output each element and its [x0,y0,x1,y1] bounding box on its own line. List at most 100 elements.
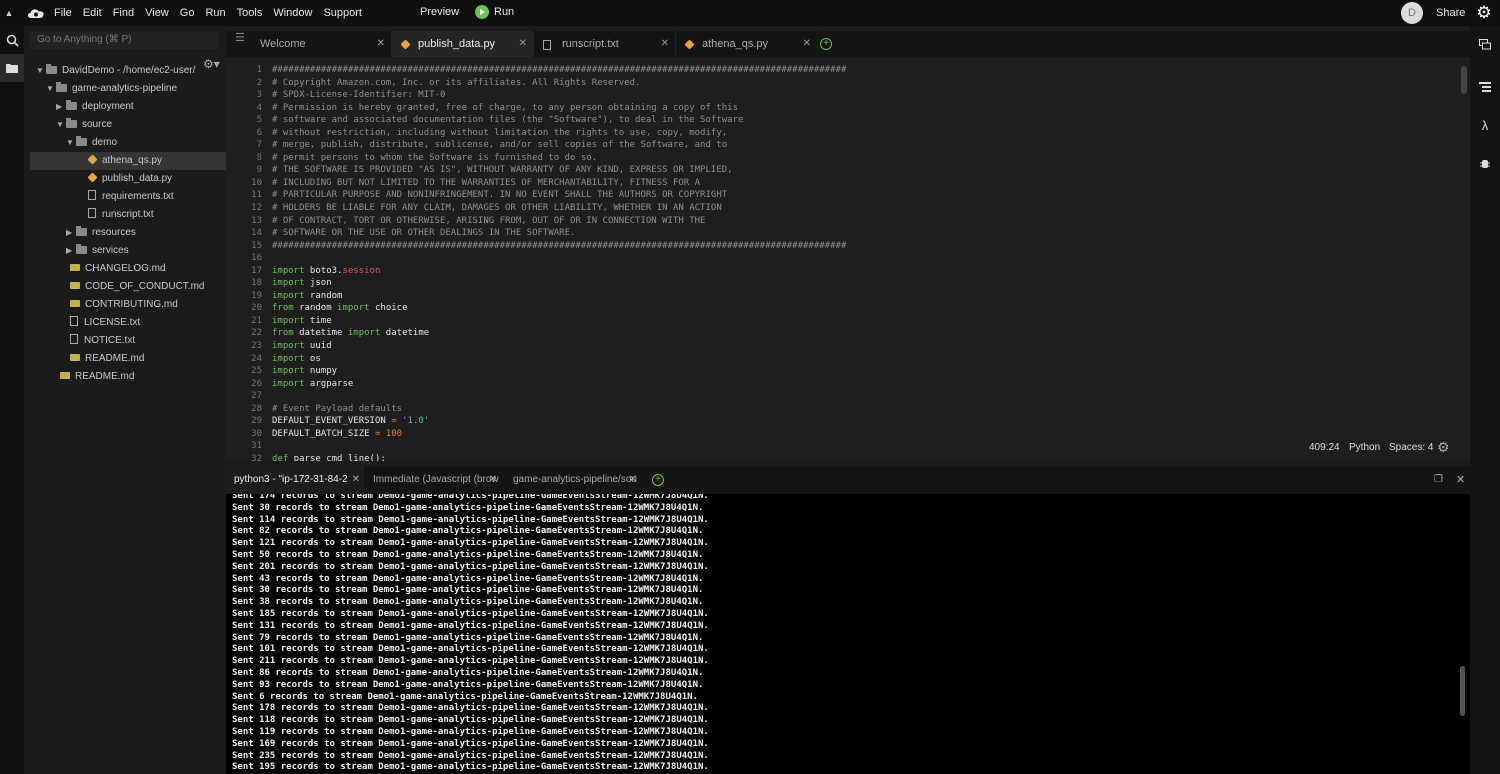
code-editor[interactable]: 1 2 3 4 5 6 7 8 9 10 11 12 13 14 15 16 17 18 19 20 21 22 23 24 2… [226,58,1470,461]
tab-python3-terminal[interactable]: python3 - "ip-172-31-84-2 ✕ [226,466,364,494]
line-number: 4 [256,102,262,113]
close-icon[interactable]: ✕ [377,31,385,57]
menu-run[interactable]: Run [205,7,225,19]
tab-publish-data-py[interactable]: publish_data.py ✕ [392,31,534,57]
new-terminal-plus-icon[interactable]: + [652,474,664,486]
tree-item-deployment[interactable]: ▶ deployment [24,98,246,116]
line-number: 10 [251,177,262,188]
tree-item-contributing-md[interactable]: CONTRIBUTING.md [24,296,260,314]
menu-go[interactable]: Go [180,7,195,19]
terminal-line: Sent 101 records to stream Demo1-game-an… [232,644,709,655]
editor-settings-gear-icon[interactable]: ⚙ [1437,439,1450,456]
code-line: # Permission is hereby granted, free of … [272,102,738,113]
tab-athena-qs-py[interactable]: athena_qs.py ✕ [676,31,818,57]
cursor-position[interactable]: 409:24 [1309,442,1340,453]
preview-button[interactable]: Preview [420,6,459,18]
menu-view[interactable]: View [145,7,169,19]
tree-item-game-analytics-pipeline[interactable]: ▼ game-analytics-pipeline [24,80,236,98]
tree-item-readme-md[interactable]: README.md [24,350,260,368]
line-number: 7 [256,140,262,151]
share-button[interactable]: Share [1436,7,1465,19]
collaborate-icon[interactable] [1470,39,1500,53]
left-activity-bar [0,26,24,774]
tree-item-services[interactable]: ▶ services [24,242,256,260]
terminal-line: Sent 211 records to stream Demo1-game-an… [232,656,709,667]
cloud9-logo-icon[interactable] [26,7,46,19]
code-line: # SOFTWARE OR THE USE OR OTHER DEALINGS … [272,228,576,239]
menu-file[interactable]: File [54,7,72,19]
menu-find[interactable]: Find [113,7,134,19]
menu-bar: ▲ File Edit Find View Go Run Tools Windo… [0,0,1500,26]
line-number: 9 [256,165,262,176]
line-number: 27 [251,391,262,402]
menu-edit[interactable]: Edit [83,7,102,19]
restore-window-icon[interactable]: ❐ [1434,474,1443,485]
close-panel-icon[interactable]: ✕ [1456,473,1465,486]
settings-gear-icon[interactable]: ⚙ [1474,3,1494,23]
code-line: # permit persons to whom the Software is… [272,152,598,163]
collapsed-arrow-icon: ▶ [66,246,73,255]
tab-runscript-txt[interactable]: runscript.txt ✕ [534,31,676,57]
run-label: Run [494,6,515,18]
python-file-icon [87,172,98,183]
tree-item-source[interactable]: ▼ source [24,116,246,134]
terminal-line: Sent 30 records to stream Demo1-game-ana… [232,585,704,596]
line-number: 13 [251,215,262,226]
tab-immediate[interactable]: Immediate (Javascript (brow ✕ [365,466,501,494]
menu-tools[interactable]: Tools [237,7,263,19]
line-number: 3 [256,90,262,101]
folder-icon [46,64,57,74]
code-line: # PARTICULAR PURPOSE AND NONINFRINGEMENT… [272,190,728,201]
editor-scrollbar[interactable] [1461,66,1467,94]
tree-item-demo[interactable]: ▼ demo [24,134,256,152]
tab-welcome[interactable]: Welcome ✕ [226,31,392,57]
language-mode[interactable]: Python [1349,442,1380,453]
terminal-line: Sent 201 records to stream Demo1-game-an… [232,561,709,572]
code-line: # merge, publish, distribute, sublicense… [272,140,728,151]
menu-window[interactable]: Window [273,7,312,19]
markdown-file-icon [70,264,80,271]
line-number: 14 [251,228,262,239]
tree-item-resources[interactable]: ▶ resources [24,224,256,242]
code-line: DEFAULT_BATCH_SIZE = 100 [272,428,403,439]
close-icon[interactable]: ✕ [803,31,811,57]
menu-support[interactable]: Support [323,7,362,19]
code-line: import boto3.session [272,265,381,276]
indent-setting[interactable]: Spaces: 4 [1389,442,1433,453]
line-number: 5 [256,115,262,126]
terminal-line: Sent 118 records to stream Demo1-game-an… [232,715,709,726]
close-icon[interactable]: ✕ [519,31,527,57]
tree-item-readme-md-root[interactable]: README.md [24,368,250,386]
tree-item-changelog-md[interactable]: CHANGELOG.md [24,260,260,278]
tree-item-notice-txt[interactable]: NOTICE.txt [24,332,260,350]
search-icon[interactable] [0,26,24,54]
close-icon[interactable]: ✕ [661,31,669,57]
close-icon[interactable]: ✕ [629,466,637,494]
goto-anything-input[interactable]: Go to Anything (⌘ P) [30,31,218,49]
tree-item-daviddemo[interactable]: ▼ DavidDemo - /home/ec2-user/ [24,62,226,80]
line-number: 19 [251,290,262,301]
tree-item-code-of-conduct-md[interactable]: CODE_OF_CONDUCT.md [24,278,260,296]
outline-icon[interactable] [1470,81,1500,95]
environment-folder-icon[interactable] [0,54,24,82]
markdown-file-icon [60,372,70,379]
terminal-line: Sent 174 records to stream Demo1-game-an… [232,494,709,501]
close-icon[interactable]: ✕ [352,466,360,494]
code-line: # INCLUDING BUT NOT LIMITED TO THE WARRA… [272,177,701,188]
new-tab-plus-icon[interactable]: + [820,38,832,50]
tree-item-license-txt[interactable]: LICENSE.txt [24,314,260,332]
line-number: 21 [251,315,262,326]
terminal-scrollbar[interactable] [1460,666,1465,716]
aws-lambda-icon[interactable]: λ [1470,118,1500,133]
terminal-output[interactable]: Sent 174 records to stream Demo1-game-an… [226,494,1470,774]
debugger-icon[interactable] [1470,158,1500,172]
terminal-line: Sent 121 records to stream Demo1-game-an… [232,538,709,549]
run-button[interactable]: Run [475,5,514,19]
code-content[interactable]: ########################################… [272,64,846,461]
close-icon[interactable]: ✕ [489,466,497,494]
terminal-line: Sent 93 records to stream Demo1-game-ana… [232,679,704,690]
collapse-toggle-icon[interactable]: ▲ [0,8,18,18]
tab-game-analytics-shell[interactable]: game-analytics-pipeline/sou ✕ [505,466,641,494]
avatar[interactable]: D [1401,2,1423,24]
line-number: 31 [251,441,262,452]
